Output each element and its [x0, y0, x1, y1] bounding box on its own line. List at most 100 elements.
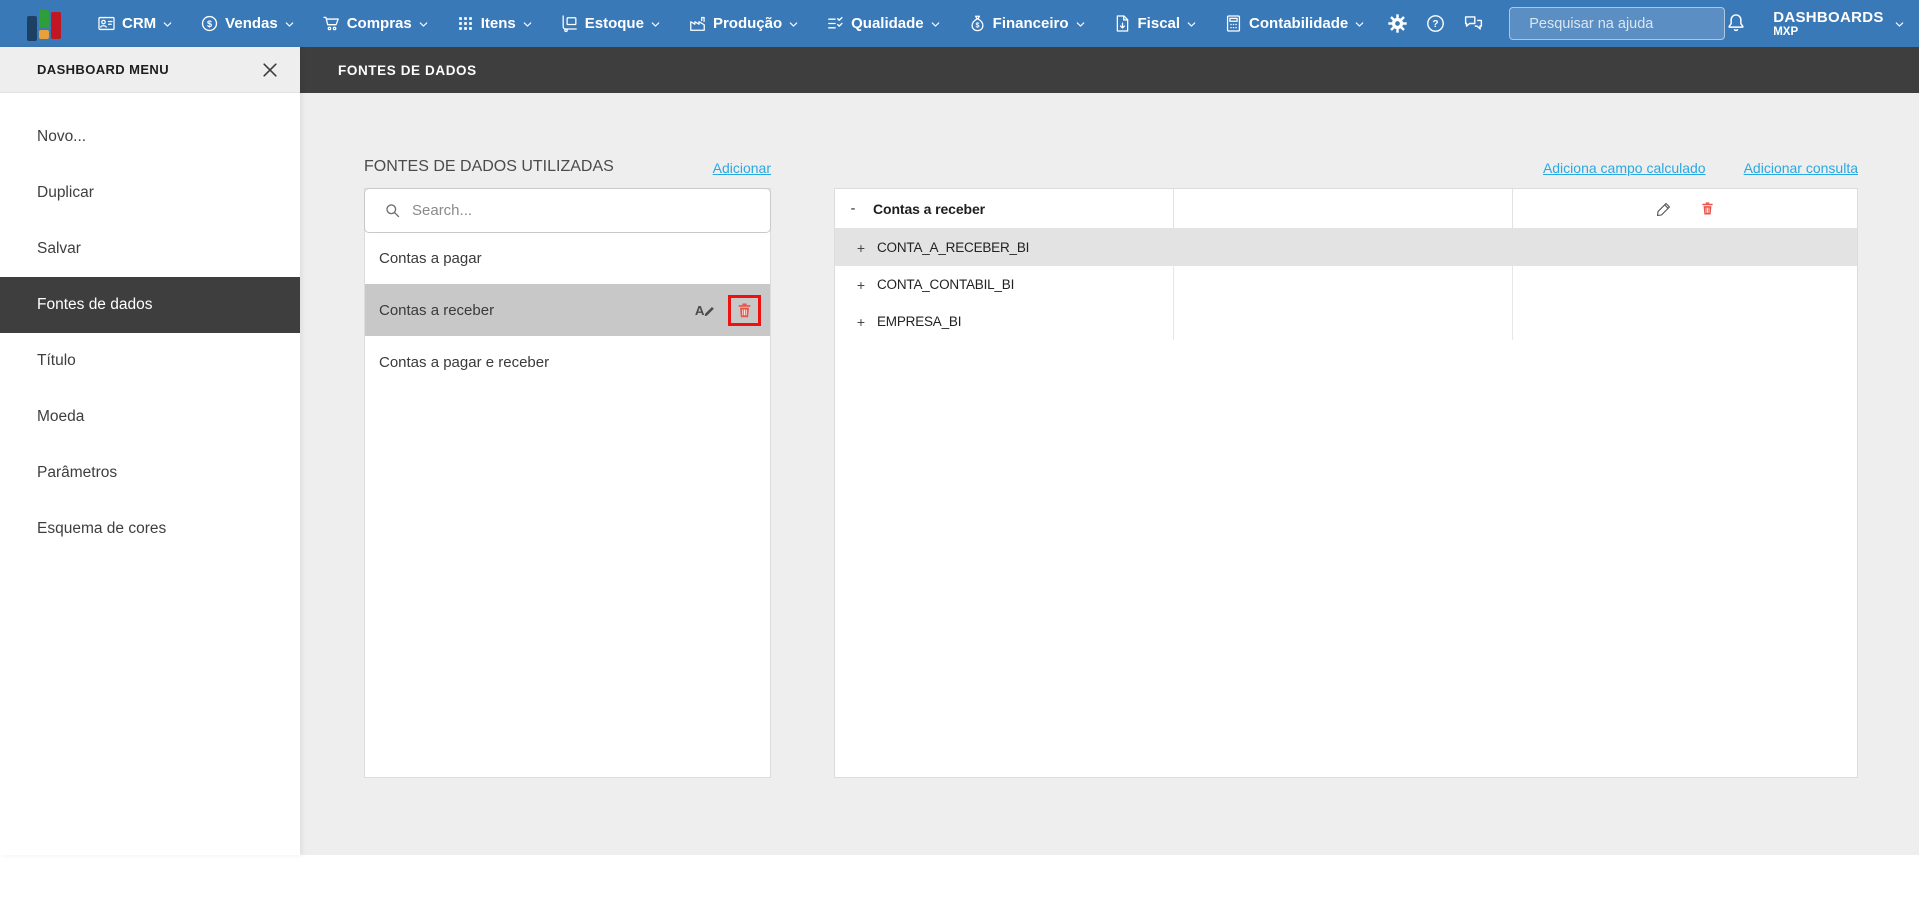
menu-crm[interactable]: CRM [97, 14, 173, 33]
add-calculated-field-link[interactable]: Adiciona campo calculado [1543, 160, 1706, 176]
help-icon[interactable]: ? [1425, 13, 1446, 34]
tree-label: CONTA_A_RECEBER_BI [877, 240, 1030, 255]
menu-label: Fiscal [1137, 15, 1181, 32]
tree-root-label: Contas a receber [873, 200, 986, 217]
sources-heading: FONTES DE DADOS UTILIZADAS [364, 158, 614, 175]
dashboard-user-menu[interactable]: DASHBOARDS MXP [1773, 9, 1905, 39]
detail-panel-header: Adiciona campo calculado Adicionar consu… [834, 150, 1858, 176]
fiscal-icon [1113, 14, 1132, 33]
sidebar-item-duplicar[interactable]: Duplicar [0, 165, 300, 221]
page: CRM $ Vendas Compras Itens Estoque Produ… [0, 0, 1919, 897]
pencil-icon[interactable] [1655, 200, 1673, 218]
gear-icon[interactable] [1387, 13, 1408, 34]
help-search-input[interactable] [1529, 15, 1717, 32]
tree-row-conta-a-receber-bi[interactable]: + CONTA_A_RECEBER_BI [835, 229, 1857, 266]
chevron-down-icon [1894, 19, 1905, 30]
source-label: Contas a pagar [379, 249, 482, 267]
logo-bar-blue [27, 15, 37, 41]
menu-qualidade[interactable]: Qualidade [826, 14, 941, 33]
tree-root-row[interactable]: - Contas a receber [835, 189, 1857, 229]
purchases-icon [322, 14, 341, 33]
stock-icon [560, 14, 579, 33]
menu-contabilidade[interactable]: Contabilidade [1224, 14, 1365, 33]
sidebar-item-novo[interactable]: Novo... [0, 109, 300, 165]
menu-vendas[interactable]: $ Vendas [200, 14, 295, 33]
highlight-box [728, 294, 761, 326]
sidebar-item-salvar[interactable]: Salvar [0, 221, 300, 277]
chevron-down-icon [522, 19, 533, 30]
tree-label: CONTA_CONTABIL_BI [877, 277, 1015, 292]
logo-bar-orange [39, 29, 49, 39]
chevron-down-icon [788, 19, 799, 30]
menu-label: CRM [122, 15, 157, 32]
chat-icon[interactable] [1463, 13, 1484, 34]
menu-estoque[interactable]: Estoque [560, 14, 661, 33]
app-logo-icon[interactable] [27, 6, 61, 42]
sources-search-box[interactable] [364, 188, 771, 233]
rename-icon[interactable]: A [693, 299, 717, 321]
sidebar-title: DASHBOARD MENU [37, 62, 169, 77]
logo-bar-green [39, 9, 49, 28]
main-content: FONTES DE DADOS UTILIZADAS Adicionar Adi… [300, 93, 1919, 855]
source-label: Contas a pagar e receber [379, 353, 550, 371]
sidebar-menu-list: Novo... Duplicar Salvar Fontes de dados … [0, 93, 300, 557]
crm-icon [97, 14, 116, 33]
bell-icon[interactable] [1725, 12, 1747, 34]
logo-bar-red [51, 11, 61, 39]
items-icon [456, 14, 475, 33]
finance-icon: $ [968, 14, 987, 33]
svg-text:A: A [695, 303, 705, 318]
tree-cell: + CONTA_CONTABIL_BI [835, 266, 1174, 303]
chevron-down-icon [284, 19, 295, 30]
sidebar-item-esquema-de-cores[interactable]: Esquema de cores [0, 501, 300, 557]
close-icon[interactable] [260, 60, 280, 80]
source-row-contas-a-receber[interactable]: Contas a receber A [365, 284, 770, 336]
chevron-down-icon [650, 19, 661, 30]
menu-itens[interactable]: Itens [456, 14, 533, 33]
svg-text:?: ? [1433, 19, 1439, 30]
expand-toggle[interactable]: + [856, 277, 866, 293]
menu-label: Financeiro [992, 15, 1069, 32]
accounting-icon [1224, 14, 1243, 33]
topbar-tool-icons: ? [1387, 13, 1484, 34]
menu-financeiro[interactable]: $ Financeiro [968, 14, 1086, 33]
add-query-link[interactable]: Adicionar consulta [1744, 160, 1858, 176]
sidebar-item-moeda[interactable]: Moeda [0, 389, 300, 445]
add-source-link[interactable]: Adicionar [713, 160, 771, 176]
source-row-contas-a-pagar-e-receber[interactable]: Contas a pagar e receber [365, 336, 770, 388]
chevron-down-icon [418, 19, 429, 30]
sources-search-input[interactable] [412, 202, 758, 219]
chevron-down-icon [1354, 19, 1365, 30]
tree-cell: + EMPRESA_BI [835, 303, 1174, 340]
tree-root-spacer-cell [1174, 189, 1513, 228]
tree-row-empresa-bi[interactable]: + EMPRESA_BI [835, 303, 1857, 340]
sidebar-header: DASHBOARD MENU [0, 47, 300, 93]
menu-label: Vendas [225, 15, 278, 32]
menu-label: Qualidade [851, 15, 924, 32]
menu-compras[interactable]: Compras [322, 14, 429, 33]
user-menu-subtitle: MXP [1773, 25, 1799, 38]
source-label: Contas a receber [379, 301, 495, 319]
tree-spacer-cell [1174, 303, 1513, 340]
sidebar-item-fontes-de-dados[interactable]: Fontes de dados [0, 277, 300, 333]
tree-root-cell: - Contas a receber [835, 189, 1174, 228]
source-detail-panel: - Contas a receber + CONTA_A_RECEBER_BI [834, 188, 1858, 778]
menu-label: Estoque [584, 15, 644, 32]
main-menu: CRM $ Vendas Compras Itens Estoque Produ… [97, 14, 1365, 33]
sidebar-item-titulo[interactable]: Título [0, 333, 300, 389]
tree-root-actions-cell [1513, 189, 1857, 228]
source-row-contas-a-pagar[interactable]: Contas a pagar [365, 232, 770, 284]
trash-icon[interactable] [1700, 200, 1715, 217]
chevron-down-icon [1186, 19, 1197, 30]
trash-icon[interactable] [736, 301, 753, 320]
sidebar-item-parametros[interactable]: Parâmetros [0, 445, 300, 501]
tree-row-conta-contabil-bi[interactable]: + CONTA_CONTABIL_BI [835, 266, 1857, 303]
menu-fiscal[interactable]: Fiscal [1113, 14, 1198, 33]
collapse-toggle[interactable]: - [848, 200, 858, 217]
tree-spacer-cell [1513, 229, 1857, 266]
expand-toggle[interactable]: + [856, 240, 866, 256]
menu-label: Itens [480, 15, 516, 32]
menu-producao[interactable]: Produção [688, 14, 799, 33]
help-search-box[interactable] [1509, 7, 1726, 40]
expand-toggle[interactable]: + [856, 314, 866, 330]
